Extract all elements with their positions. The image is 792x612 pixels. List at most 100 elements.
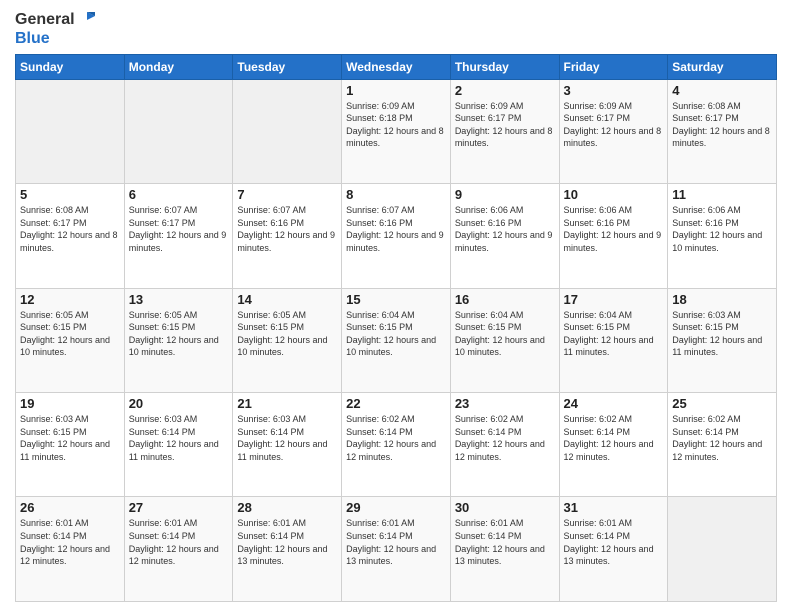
- cell-w2-d6: 10 Sunrise: 6:06 AM Sunset: 6:16 PM Dayli…: [559, 184, 668, 288]
- day-info-7: Sunrise: 6:07 AM Sunset: 6:16 PM Dayligh…: [237, 204, 337, 254]
- day-info-29: Sunrise: 6:01 AM Sunset: 6:14 PM Dayligh…: [346, 517, 446, 567]
- day-info-17: Sunrise: 6:04 AM Sunset: 6:15 PM Dayligh…: [564, 309, 664, 359]
- cell-w5-d1: 26 Sunrise: 6:01 AM Sunset: 6:14 PM Dayli…: [16, 497, 125, 602]
- cell-w3-d6: 17 Sunrise: 6:04 AM Sunset: 6:15 PM Dayli…: [559, 288, 668, 392]
- day-info-15: Sunrise: 6:04 AM Sunset: 6:15 PM Dayligh…: [346, 309, 446, 359]
- header-wednesday: Wednesday: [342, 54, 451, 79]
- day-info-18: Sunrise: 6:03 AM Sunset: 6:15 PM Dayligh…: [672, 309, 772, 359]
- cell-w1-d3: [233, 79, 342, 183]
- day-number-1: 1: [346, 83, 446, 98]
- day-info-16: Sunrise: 6:04 AM Sunset: 6:15 PM Dayligh…: [455, 309, 555, 359]
- day-number-12: 12: [20, 292, 120, 307]
- day-number-3: 3: [564, 83, 664, 98]
- cell-w1-d4: 1 Sunrise: 6:09 AM Sunset: 6:18 PM Daylig…: [342, 79, 451, 183]
- day-number-7: 7: [237, 187, 337, 202]
- cell-w3-d3: 14 Sunrise: 6:05 AM Sunset: 6:15 PM Dayli…: [233, 288, 342, 392]
- day-number-29: 29: [346, 500, 446, 515]
- day-info-27: Sunrise: 6:01 AM Sunset: 6:14 PM Dayligh…: [129, 517, 229, 567]
- day-info-24: Sunrise: 6:02 AM Sunset: 6:14 PM Dayligh…: [564, 413, 664, 463]
- cell-w5-d5: 30Sunrise: 6:01 AM Sunset: 6:14 PM Dayli…: [450, 497, 559, 602]
- header: General Blue: [15, 10, 777, 48]
- day-info-14: Sunrise: 6:05 AM Sunset: 6:15 PM Dayligh…: [237, 309, 337, 359]
- header-monday: Monday: [124, 54, 233, 79]
- day-info-22: Sunrise: 6:02 AM Sunset: 6:14 PM Dayligh…: [346, 413, 446, 463]
- cell-w4-d7: 25Sunrise: 6:02 AM Sunset: 6:14 PM Dayli…: [668, 393, 777, 497]
- cell-w4-d3: 21 Sunrise: 6:03 AM Sunset: 6:14 PM Dayli…: [233, 393, 342, 497]
- day-number-13: 13: [129, 292, 229, 307]
- cell-w2-d4: 8Sunrise: 6:07 AM Sunset: 6:16 PM Daylig…: [342, 184, 451, 288]
- day-info-23: Sunrise: 6:02 AM Sunset: 6:14 PM Dayligh…: [455, 413, 555, 463]
- cell-w3-d1: 12 Sunrise: 6:05 AM Sunset: 6:15 PM Dayli…: [16, 288, 125, 392]
- logo-text-block: General Blue: [15, 10, 97, 48]
- day-number-28: 28: [237, 500, 337, 515]
- cell-w3-d4: 15 Sunrise: 6:04 AM Sunset: 6:15 PM Dayli…: [342, 288, 451, 392]
- day-info-28: Sunrise: 6:01 AM Sunset: 6:14 PM Dayligh…: [237, 517, 337, 567]
- day-info-10: Sunrise: 6:06 AM Sunset: 6:16 PM Dayligh…: [564, 204, 664, 254]
- cell-w4-d4: 22 Sunrise: 6:02 AM Sunset: 6:14 PM Dayli…: [342, 393, 451, 497]
- day-info-12: Sunrise: 6:05 AM Sunset: 6:15 PM Dayligh…: [20, 309, 120, 359]
- header-friday: Friday: [559, 54, 668, 79]
- cell-w4-d6: 24 Sunrise: 6:02 AM Sunset: 6:14 PM Dayli…: [559, 393, 668, 497]
- day-number-5: 5: [20, 187, 120, 202]
- day-number-20: 20: [129, 396, 229, 411]
- day-number-11: 11: [672, 187, 772, 202]
- day-number-26: 26: [20, 500, 120, 515]
- day-info-1: Sunrise: 6:09 AM Sunset: 6:18 PM Dayligh…: [346, 100, 446, 150]
- day-info-21: Sunrise: 6:03 AM Sunset: 6:14 PM Dayligh…: [237, 413, 337, 463]
- cell-w2-d2: 6 Sunrise: 6:07 AM Sunset: 6:17 PM Daylig…: [124, 184, 233, 288]
- calendar-table: SundayMondayTuesdayWednesdayThursdayFrid…: [15, 54, 777, 602]
- day-info-3: Sunrise: 6:09 AM Sunset: 6:17 PM Dayligh…: [564, 100, 664, 150]
- day-info-6: Sunrise: 6:07 AM Sunset: 6:17 PM Dayligh…: [129, 204, 229, 254]
- day-number-10: 10: [564, 187, 664, 202]
- day-info-5: Sunrise: 6:08 AM Sunset: 6:17 PM Dayligh…: [20, 204, 120, 254]
- day-info-8: Sunrise: 6:07 AM Sunset: 6:16 PM Dayligh…: [346, 204, 446, 254]
- day-number-23: 23: [455, 396, 555, 411]
- week-row-1: 1 Sunrise: 6:09 AM Sunset: 6:18 PM Daylig…: [16, 79, 777, 183]
- logo-blue: Blue: [15, 30, 97, 48]
- calendar-header-row: SundayMondayTuesdayWednesdayThursdayFrid…: [16, 54, 777, 79]
- day-info-2: Sunrise: 6:09 AM Sunset: 6:17 PM Dayligh…: [455, 100, 555, 150]
- day-info-9: Sunrise: 6:06 AM Sunset: 6:16 PM Dayligh…: [455, 204, 555, 254]
- day-number-14: 14: [237, 292, 337, 307]
- day-number-31: 31: [564, 500, 664, 515]
- day-info-13: Sunrise: 6:05 AM Sunset: 6:15 PM Dayligh…: [129, 309, 229, 359]
- day-number-4: 4: [672, 83, 772, 98]
- day-info-31: Sunrise: 6:01 AM Sunset: 6:14 PM Dayligh…: [564, 517, 664, 567]
- cell-w3-d5: 16 Sunrise: 6:04 AM Sunset: 6:15 PM Dayli…: [450, 288, 559, 392]
- day-info-26: Sunrise: 6:01 AM Sunset: 6:14 PM Dayligh…: [20, 517, 120, 567]
- day-number-9: 9: [455, 187, 555, 202]
- cell-w2-d5: 9 Sunrise: 6:06 AM Sunset: 6:16 PM Daylig…: [450, 184, 559, 288]
- cell-w5-d4: 29 Sunrise: 6:01 AM Sunset: 6:14 PM Dayli…: [342, 497, 451, 602]
- day-number-24: 24: [564, 396, 664, 411]
- header-saturday: Saturday: [668, 54, 777, 79]
- day-info-11: Sunrise: 6:06 AM Sunset: 6:16 PM Dayligh…: [672, 204, 772, 254]
- cell-w1-d6: 3 Sunrise: 6:09 AM Sunset: 6:17 PM Daylig…: [559, 79, 668, 183]
- day-info-4: Sunrise: 6:08 AM Sunset: 6:17 PM Dayligh…: [672, 100, 772, 150]
- day-number-17: 17: [564, 292, 664, 307]
- day-number-22: 22: [346, 396, 446, 411]
- day-info-19: Sunrise: 6:03 AM Sunset: 6:15 PM Dayligh…: [20, 413, 120, 463]
- day-number-6: 6: [129, 187, 229, 202]
- cell-w4-d2: 20 Sunrise: 6:03 AM Sunset: 6:14 PM Dayli…: [124, 393, 233, 497]
- logo: General Blue: [15, 10, 97, 48]
- day-info-30: Sunrise: 6:01 AM Sunset: 6:14 PM Dayligh…: [455, 517, 555, 567]
- day-number-15: 15: [346, 292, 446, 307]
- day-number-21: 21: [237, 396, 337, 411]
- day-info-20: Sunrise: 6:03 AM Sunset: 6:14 PM Dayligh…: [129, 413, 229, 463]
- cell-w5-d2: 27 Sunrise: 6:01 AM Sunset: 6:14 PM Dayli…: [124, 497, 233, 602]
- week-row-2: 5 Sunrise: 6:08 AM Sunset: 6:17 PM Daylig…: [16, 184, 777, 288]
- day-info-25: Sunrise: 6:02 AM Sunset: 6:14 PM Dayligh…: [672, 413, 772, 463]
- day-number-27: 27: [129, 500, 229, 515]
- day-number-19: 19: [20, 396, 120, 411]
- day-number-18: 18: [672, 292, 772, 307]
- day-number-2: 2: [455, 83, 555, 98]
- cell-w2-d3: 7 Sunrise: 6:07 AM Sunset: 6:16 PM Daylig…: [233, 184, 342, 288]
- header-sunday: Sunday: [16, 54, 125, 79]
- week-row-4: 19 Sunrise: 6:03 AM Sunset: 6:15 PM Dayli…: [16, 393, 777, 497]
- header-thursday: Thursday: [450, 54, 559, 79]
- logo-flag-icon: [77, 10, 97, 30]
- week-row-5: 26 Sunrise: 6:01 AM Sunset: 6:14 PM Dayli…: [16, 497, 777, 602]
- logo-general: General: [15, 11, 75, 29]
- header-tuesday: Tuesday: [233, 54, 342, 79]
- day-number-16: 16: [455, 292, 555, 307]
